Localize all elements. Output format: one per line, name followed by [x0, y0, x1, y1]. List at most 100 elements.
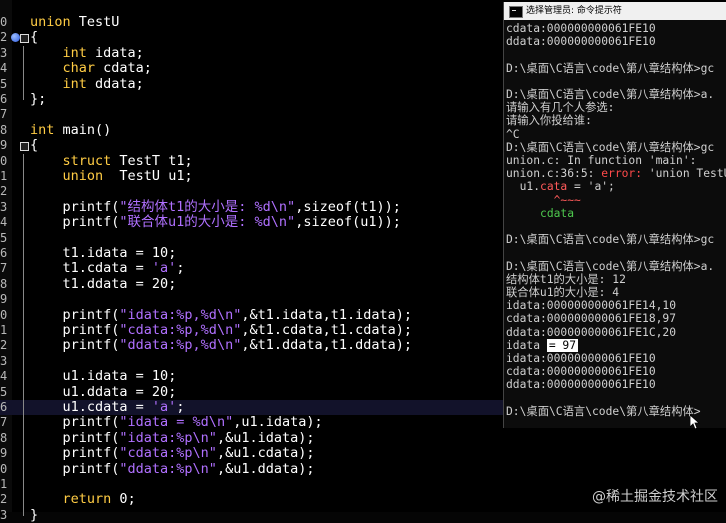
code-text: printf("idata:%p,%d\n",&t1.idata,t1.idat…: [30, 307, 413, 323]
console-line: ^~~~: [506, 194, 581, 207]
code-token: ,&t1.ddata,t1.ddata);: [241, 337, 413, 354]
console-line: ddata:000000000061FE10: [506, 378, 656, 391]
console-line: 联合体u1的大小是: 4: [506, 286, 619, 299]
code-text: t1.ddata = 20;: [30, 275, 177, 292]
line-number: 9: [0, 138, 8, 153]
code-text: union TestU: [30, 14, 119, 30]
console-line: D:\桌面\C语言\code\第八章结构体>gc: [506, 233, 714, 246]
console-text: D:\桌面\C语言\code\第八章结构体>a.: [506, 88, 715, 101]
line-number: 1: [0, 169, 8, 183]
code-token: };: [30, 91, 47, 107]
code-text: printf("联合体u1的大小是: %d\n",sizeof(u1));: [30, 214, 401, 231]
code-token: t1.idata =: [30, 245, 152, 261]
code-line[interactable]: 8 printf("idata:%p\n",&u1.idata);: [0, 430, 726, 446]
code-token: ,&t1.cdata,t1.cdata);: [241, 322, 413, 338]
code-token: main(): [62, 121, 112, 138]
code-token: union: [62, 168, 120, 184]
code-token: 10: [151, 245, 169, 261]
console-line: 请输入有几个人参选:: [506, 101, 614, 114]
code-text: printf("cdata:%p\n",&u1.cdata);: [30, 445, 315, 462]
console-line: u1.cata = 'a';: [506, 180, 615, 193]
line-number: 0: [0, 153, 8, 168]
line-number: 1: [0, 323, 8, 337]
line-number: 5: [0, 384, 8, 399]
fold-toggle-icon[interactable]: [20, 34, 29, 44]
code-token: 0: [119, 491, 128, 508]
code-token: printf(: [30, 445, 120, 462]
line-number: 8: [0, 122, 8, 137]
code-text: {: [30, 137, 38, 153]
line-number: 7: [0, 415, 8, 430]
line-number: 6: [0, 400, 8, 414]
console-text: 'union TestU': [648, 167, 726, 181]
code-token: ;: [168, 245, 177, 261]
console-output[interactable]: cdata:000000000061FE10 ddata:000000000061…: [506, 22, 726, 428]
code-token: cdata;: [103, 60, 152, 77]
console-text: cata: [540, 180, 568, 194]
console-line: cdata:000000000061FE10: [506, 365, 656, 378]
code-line[interactable]: 9 printf("cdata:%p\n",&u1.cdata);: [0, 445, 726, 462]
line-number: 0: [0, 15, 8, 29]
line-number: 5: [0, 230, 8, 245]
console-text: ddata:000000000061FE10: [506, 35, 656, 49]
console-text: cdata:000000000061FE10: [506, 365, 656, 379]
code-token: printf(: [30, 460, 120, 477]
console-line: D:\桌面\C语言\code\第八章结构体>gc: [506, 141, 714, 154]
console-text: 结构体t1的大小是: 12: [506, 272, 626, 286]
code-text: int idata;: [30, 44, 144, 61]
code-token: }: [30, 506, 39, 523]
console-text: D:\桌面\C语言\code\第八章结构体>gc: [506, 61, 715, 75]
line-number: 9: [0, 292, 8, 307]
code-token: ,sizeof(u1));: [295, 214, 401, 231]
fold-toggle-icon[interactable]: [20, 142, 29, 152]
line-number: 7: [0, 261, 8, 276]
line-number: 0: [0, 461, 8, 476]
code-token: "ddata:%p,%d\n": [119, 337, 242, 354]
console-line: cdata:000000000061FE18,97: [506, 312, 676, 325]
code-text: printf("ddata:%p\n",&u1.ddata);: [30, 460, 315, 477]
code-token: u1.idata =: [30, 368, 152, 385]
code-text: printf("cdata:%p,%d\n",&t1.cdata,t1.cdat…: [30, 322, 413, 338]
line-number: 6: [0, 246, 8, 260]
command-prompt-window[interactable]: 选择管理员: 命令提示符 cdata:000000000061FE10 ddata…: [503, 2, 726, 428]
code-token: 20: [151, 275, 169, 292]
code-line[interactable]: 3}: [0, 506, 726, 523]
console-line: D:\桌面\C语言\code\第八章结构体>a.: [506, 260, 714, 273]
code-token: u1.cdata =: [30, 399, 152, 415]
code-token: ;: [168, 383, 177, 400]
console-line: 请输入你投给谁:: [506, 114, 592, 127]
code-token: ;: [176, 399, 185, 415]
code-text: struct TestT t1;: [30, 152, 193, 169]
console-text: ddata:000000000061FE10: [506, 378, 656, 392]
console-text: union.c:36:5:: [506, 167, 602, 181]
code-text: u1.cdata = 'a';: [30, 399, 185, 415]
console-text: u1.: [506, 180, 541, 194]
console-text: cdata: [540, 206, 575, 220]
code-line[interactable]: 0 printf("ddata:%p\n",&u1.ddata);: [0, 460, 726, 477]
code-token: ,&u1.ddata);: [216, 460, 315, 477]
line-number: 6: [0, 92, 8, 106]
code-token: struct: [62, 152, 120, 169]
line-number: 3: [0, 353, 8, 368]
code-text: int main(): [30, 121, 112, 138]
console-text: idata: [506, 338, 547, 352]
line-number: 3: [0, 199, 8, 214]
code-token: int: [62, 44, 96, 61]
console-titlebar[interactable]: 选择管理员: 命令提示符: [504, 2, 726, 20]
code-token: 20: [151, 383, 169, 400]
code-token: 'a': [151, 399, 177, 415]
code-token: t1.cdata =: [30, 260, 152, 277]
line-number: 8: [0, 430, 8, 445]
code-token: 10: [151, 368, 169, 385]
fold-guide: [23, 153, 24, 516]
code-token: int: [30, 121, 63, 138]
line-number: 2: [0, 338, 8, 353]
console-line: D:\桌面\C语言\code\第八章结构体>gc: [506, 62, 714, 75]
console-text: idata:000000000061FE10: [506, 352, 656, 365]
console-text: error:: [601, 167, 649, 181]
code-text: union TestU u1;: [30, 168, 193, 184]
code-text: printf("ddata:%p,%d\n",&t1.ddata,t1.ddat…: [30, 337, 413, 354]
line-number: 7: [0, 107, 8, 122]
